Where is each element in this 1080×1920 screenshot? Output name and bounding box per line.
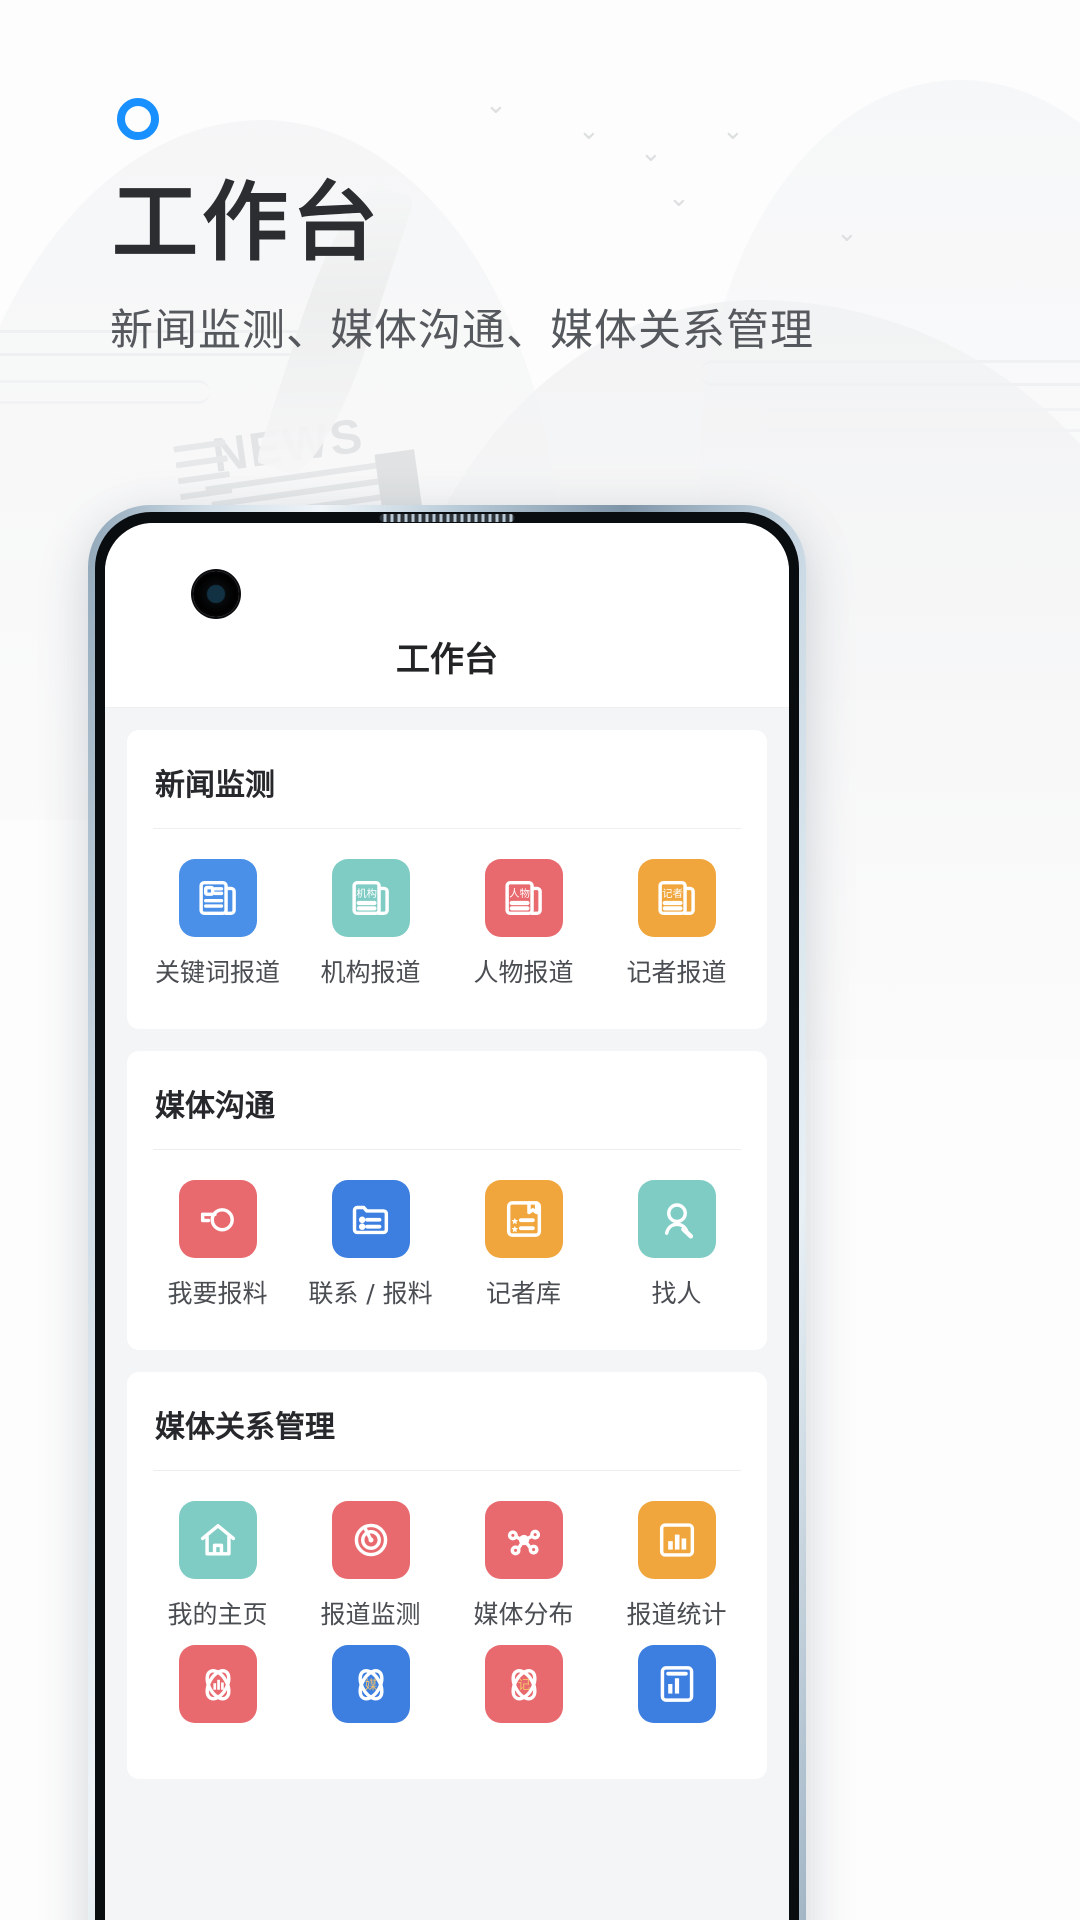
- earpiece-speaker-icon: [379, 514, 515, 522]
- app-tile[interactable]: 媒体分布: [447, 1501, 600, 1631]
- decorative-swoosh: [760, 408, 1080, 432]
- section-card: 媒体关系管理我的主页 报道监测 媒体分布 报道统计媒 记: [127, 1372, 767, 1779]
- app-tile[interactable]: 联系 / 报料: [294, 1180, 447, 1310]
- home-icon[interactable]: [178, 1501, 257, 1579]
- section-title: 新闻监测: [155, 768, 275, 803]
- bird-icon: ⌄: [668, 183, 690, 213]
- app-tile[interactable]: 报道监测: [294, 1501, 447, 1631]
- app-tile[interactable]: 记者记者报道: [600, 859, 753, 989]
- app-tile-label: 机构报道: [320, 958, 421, 987]
- phone-mockup: 工作台 新闻监测 关键词报道 机构 机构报道 人物 人物报道 记者 记者报道 媒体沟通 我要报料联…: [88, 505, 806, 1920]
- bird-icon: ⌄: [640, 138, 662, 168]
- app-tile[interactable]: 记: [447, 1645, 600, 1739]
- svg-text:媒: 媒: [364, 1678, 376, 1692]
- section-card: 媒体沟通我要报料 联系 / 报料 记者库 找人: [127, 1051, 767, 1350]
- bar-chart-icon[interactable]: [637, 1501, 716, 1579]
- bird-icon: ⌄: [485, 90, 507, 120]
- app-tile-label: 我的主页: [167, 1600, 268, 1629]
- decorative-swoosh: [700, 360, 1080, 386]
- atom-media-icon[interactable]: 媒: [331, 1645, 410, 1723]
- atom-chart-icon[interactable]: [178, 1645, 257, 1723]
- newspaper-line: [211, 476, 397, 508]
- bird-icon: ⌄: [722, 116, 744, 146]
- svg-text:机构: 机构: [356, 887, 377, 900]
- app-tile[interactable]: 报道统计: [600, 1501, 753, 1631]
- tile-grid: 我的主页 报道监测 媒体分布 报道统计媒 记: [127, 1471, 767, 1753]
- page-title: 工作台: [112, 172, 382, 273]
- app-tile[interactable]: [141, 1645, 294, 1739]
- front-camera-icon: [193, 571, 239, 617]
- tile-grid: 我要报料 联系 / 报料 记者库 找人: [127, 1150, 767, 1324]
- app-bar-title: 工作台: [396, 640, 498, 680]
- tile-grid: 关键词报道 机构 机构报道 人物 人物报道 记者 记者报道: [127, 829, 767, 1003]
- app-tile-label: 报道统计: [626, 1600, 727, 1629]
- app-tile[interactable]: 我要报料: [141, 1180, 294, 1310]
- whistle-icon[interactable]: [178, 1180, 257, 1258]
- radar-icon[interactable]: [331, 1501, 410, 1579]
- page-subtitle: 新闻监测、媒体沟通、媒体关系管理: [110, 306, 814, 356]
- page-root: NEWS ⌄ ⌄ ⌄ ⌄ ⌄ ⌄ 工作台 新闻监测、媒体沟通、媒体关系管理 工作台 新闻: [0, 0, 1080, 1920]
- newspaper-line: [180, 486, 233, 501]
- app-tile-label: 联系 / 报料: [308, 1279, 433, 1308]
- app-tile-label: 报道监测: [320, 1600, 421, 1629]
- app-tile-label: 关键词报道: [154, 958, 280, 987]
- bookmark-list-icon[interactable]: [484, 1180, 563, 1258]
- find-person-icon[interactable]: [637, 1180, 716, 1258]
- newspaper-reporter-icon[interactable]: 记者: [637, 859, 716, 937]
- app-tile-label: 媒体分布: [473, 1600, 574, 1629]
- newspaper-keyword-icon[interactable]: [178, 859, 257, 937]
- ring-logo-icon: [117, 98, 159, 140]
- section-card: 新闻监测 关键词报道 机构 机构报道 人物 人物报道 记者 记者报道: [127, 730, 767, 1029]
- app-tile-label: 人物报道: [473, 958, 574, 987]
- app-tile-label: 记者库: [485, 1279, 561, 1308]
- phone-screen: 工作台 新闻监测 关键词报道 机构 机构报道 人物 人物报道 记者 记者报道 媒体沟通 我要报料联…: [105, 523, 789, 1920]
- app-tile[interactable]: 记者库: [447, 1180, 600, 1310]
- phone-bezel: 工作台 新闻监测 关键词报道 机构 机构报道 人物 人物报道 记者 记者报道 媒体沟通 我要报料联…: [95, 512, 799, 1920]
- newspaper-line: [177, 471, 231, 485]
- section-title: 媒体关系管理: [155, 1410, 335, 1445]
- bird-icon: ⌄: [836, 218, 858, 248]
- decorative-swoosh: [0, 380, 210, 404]
- document-icon[interactable]: [637, 1645, 716, 1723]
- app-tile[interactable]: [600, 1645, 753, 1739]
- newspaper-line: [205, 458, 405, 493]
- newspaper-org-icon[interactable]: 机构: [331, 859, 410, 937]
- app-tile[interactable]: 媒: [294, 1645, 447, 1739]
- svg-text:人物: 人物: [509, 887, 530, 900]
- app-tile[interactable]: 找人: [600, 1180, 753, 1310]
- network-nodes-icon[interactable]: [484, 1501, 563, 1579]
- app-tile[interactable]: 我的主页: [141, 1501, 294, 1631]
- newspaper-person-icon[interactable]: 人物: [484, 859, 563, 937]
- app-tile-label: 找人: [651, 1279, 702, 1308]
- app-tile[interactable]: 人物人物报道: [447, 859, 600, 989]
- svg-text:记: 记: [517, 1678, 529, 1692]
- svg-text:记者: 记者: [662, 888, 683, 900]
- app-tile[interactable]: 机构机构报道: [294, 859, 447, 989]
- app-tile[interactable]: 关键词报道: [141, 859, 294, 989]
- folder-list-icon[interactable]: [331, 1180, 410, 1258]
- newspaper-line: [175, 455, 228, 469]
- section-title: 媒体沟通: [155, 1089, 275, 1124]
- app-tile-label: 记者报道: [626, 958, 727, 987]
- newspaper-line: [173, 439, 226, 453]
- app-content: 新闻监测 关键词报道 机构 机构报道 人物 人物报道 记者 记者报道 媒体沟通 我要报料 联系 / …: [105, 708, 789, 1779]
- atom-reporter-icon[interactable]: 记: [484, 1645, 563, 1723]
- bird-icon: ⌄: [578, 116, 600, 146]
- app-tile-label: 我要报料: [167, 1279, 268, 1308]
- newspaper-masthead: NEWS: [209, 409, 368, 483]
